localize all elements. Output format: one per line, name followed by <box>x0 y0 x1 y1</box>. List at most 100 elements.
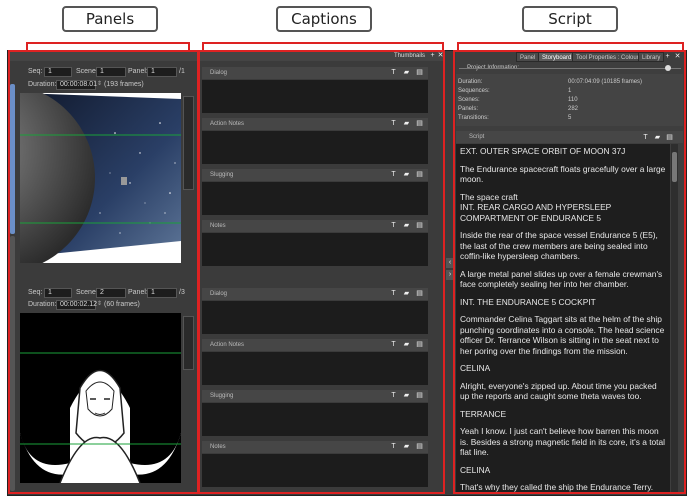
script-paragraph: CELINA <box>460 363 491 373</box>
export-icon[interactable]: ▤ <box>416 443 423 450</box>
tab-tool-properties-colour[interactable]: Tool Properties : Colour <box>572 52 643 62</box>
text-format-icon[interactable]: T <box>390 120 397 127</box>
panel2-duration-label: Duration: <box>28 301 57 308</box>
project-info-value: 00:07:04:09 (10185 frames) <box>568 79 643 85</box>
export-icon[interactable]: ▤ <box>416 341 423 348</box>
collapse-left-icon[interactable]: ‹ <box>446 258 454 268</box>
caption-text-notes[interactable] <box>202 233 428 266</box>
open-icon[interactable]: ▰ <box>403 69 410 76</box>
panel1-duration-field[interactable]: 00:00:08.01 <box>56 80 97 90</box>
collapse-right-icon[interactable]: › <box>446 270 454 280</box>
panel1-layers-strip[interactable] <box>183 96 194 190</box>
panel1-image[interactable] <box>20 93 181 263</box>
caption-text-notes[interactable] <box>202 454 428 487</box>
close-view-icon[interactable]: ✕ <box>437 52 444 59</box>
text-format-icon[interactable]: T <box>390 171 397 178</box>
panel2-duration-field[interactable]: 00:00:02.12 <box>56 300 97 310</box>
panel1-scene-label: Scene: <box>76 68 98 75</box>
caption-text-action-notes[interactable] <box>202 131 428 164</box>
project-info-key: Sequences: <box>458 88 490 94</box>
project-info-value: 5 <box>568 115 572 121</box>
script-paragraph: INT. THE ENDURANCE 5 COCKPIT <box>460 296 596 307</box>
tab-panel[interactable]: Panel <box>516 52 540 62</box>
project-info-rule <box>459 68 681 69</box>
open-icon[interactable]: ▰ <box>403 443 410 450</box>
caption-text-slugging[interactable] <box>202 182 428 215</box>
thumbnails-button[interactable]: Thumbnails <box>394 51 425 61</box>
text-format-icon[interactable]: T <box>390 222 397 229</box>
panels-bracket <box>26 42 190 50</box>
panel1-panel-label: Panel: <box>128 68 148 75</box>
export-icon[interactable]: ▤ <box>416 222 423 229</box>
open-icon[interactable]: ▰ <box>403 392 410 399</box>
panel1-duration-label: Duration: <box>28 81 57 88</box>
caption-text-slugging[interactable] <box>202 403 428 436</box>
script-text-format-icon[interactable]: T <box>642 134 649 141</box>
script-paragraph: That's why they called the ship the Endu… <box>460 482 654 492</box>
add-tab-icon[interactable]: + <box>664 53 671 60</box>
project-info-key: Scenes: <box>458 97 480 103</box>
text-format-icon[interactable]: T <box>390 443 397 450</box>
panel1-duration-stepper-icon[interactable]: ⇕ <box>96 81 103 88</box>
script-paragraph: EXT. OUTER SPACE ORBIT OF MOON 37J <box>460 146 626 156</box>
script-label: Script <box>469 134 485 140</box>
script-paragraph: Commander Celina Taggart sits at the hel… <box>460 314 665 356</box>
script-text[interactable]: EXT. OUTER SPACE ORBIT OF MOON 37J The En… <box>456 144 670 492</box>
tab-storyboard[interactable]: Storyboard <box>538 52 576 62</box>
open-icon[interactable]: ▰ <box>403 171 410 178</box>
captions-callout: Captions <box>276 6 372 32</box>
export-icon[interactable]: ▤ <box>416 392 423 399</box>
open-icon[interactable]: ▰ <box>403 341 410 348</box>
panels-scrollbar[interactable] <box>10 84 15 234</box>
script-scrollbar[interactable] <box>671 144 678 492</box>
space-moon-drawing <box>20 93 181 263</box>
open-icon[interactable]: ▰ <box>403 222 410 229</box>
panel2-seq-field[interactable]: 1 <box>44 288 72 298</box>
script-paragraph: Inside the rear of the space vessel Endu… <box>460 230 658 261</box>
script-scrollbar-thumb[interactable] <box>672 152 677 182</box>
panel2-frames: (60 frames) <box>104 301 140 308</box>
panel1-seq-field[interactable]: 1 <box>44 67 72 77</box>
panels-callout: Panels <box>62 6 158 32</box>
project-info-value: 282 <box>568 106 579 112</box>
panel2-panel-field[interactable]: 1 <box>147 288 177 298</box>
panel1-scene-field[interactable]: 1 <box>96 67 126 77</box>
script-bracket <box>457 42 684 50</box>
export-icon[interactable]: ▤ <box>416 120 423 127</box>
script-paragraph: The Endurance spacecraft floats graceful… <box>460 163 666 185</box>
panel2-seq-label: Seq: <box>28 289 43 296</box>
caption-text-dialog[interactable] <box>202 80 428 113</box>
panel2-duration-stepper-icon[interactable]: ⇕ <box>96 301 103 308</box>
open-icon[interactable]: ▰ <box>403 120 410 127</box>
export-icon[interactable]: ▤ <box>416 69 423 76</box>
open-icon[interactable]: ▰ <box>403 290 410 297</box>
panel1-panel-total: /1 <box>179 68 185 75</box>
project-info-collapse-icon[interactable] <box>665 65 671 71</box>
tab-library[interactable]: Library <box>638 52 665 62</box>
script-paragraph: Yeah I know. I just can't believe how ba… <box>460 426 666 457</box>
script-open-icon[interactable]: ▰ <box>654 134 661 141</box>
panel2-panel-total: /3 <box>179 289 185 296</box>
caption-text-action-notes[interactable] <box>202 352 428 385</box>
panel2-scene-label: Scene: <box>76 289 98 296</box>
panel1-panel-field[interactable]: 1 <box>147 67 177 77</box>
script-paragraph: A large metal panel slides up over a fem… <box>460 268 663 290</box>
add-view-icon[interactable]: + <box>429 52 436 59</box>
caption-text-dialog[interactable] <box>202 301 428 334</box>
export-icon[interactable]: ▤ <box>416 290 423 297</box>
text-format-icon[interactable]: T <box>390 290 397 297</box>
script-paragraph: TERRANCE <box>460 408 507 419</box>
close-pane-icon[interactable]: ✕ <box>674 53 681 60</box>
panel2-panel-label: Panel: <box>128 289 148 296</box>
text-format-icon[interactable]: T <box>390 341 397 348</box>
text-format-icon[interactable]: T <box>390 69 397 76</box>
panel1-seq-label: Seq: <box>28 68 43 75</box>
panel2-layers-strip[interactable] <box>183 316 194 370</box>
script-export-icon[interactable]: ▤ <box>666 134 673 141</box>
export-icon[interactable]: ▤ <box>416 171 423 178</box>
project-info-key: Panels: <box>458 106 479 112</box>
text-format-icon[interactable]: T <box>390 392 397 399</box>
script-paragraph: Alright, everyone's zipped up. About tim… <box>460 380 657 402</box>
panel2-scene-field[interactable]: 2 <box>96 288 126 298</box>
panel2-image[interactable] <box>20 313 181 483</box>
